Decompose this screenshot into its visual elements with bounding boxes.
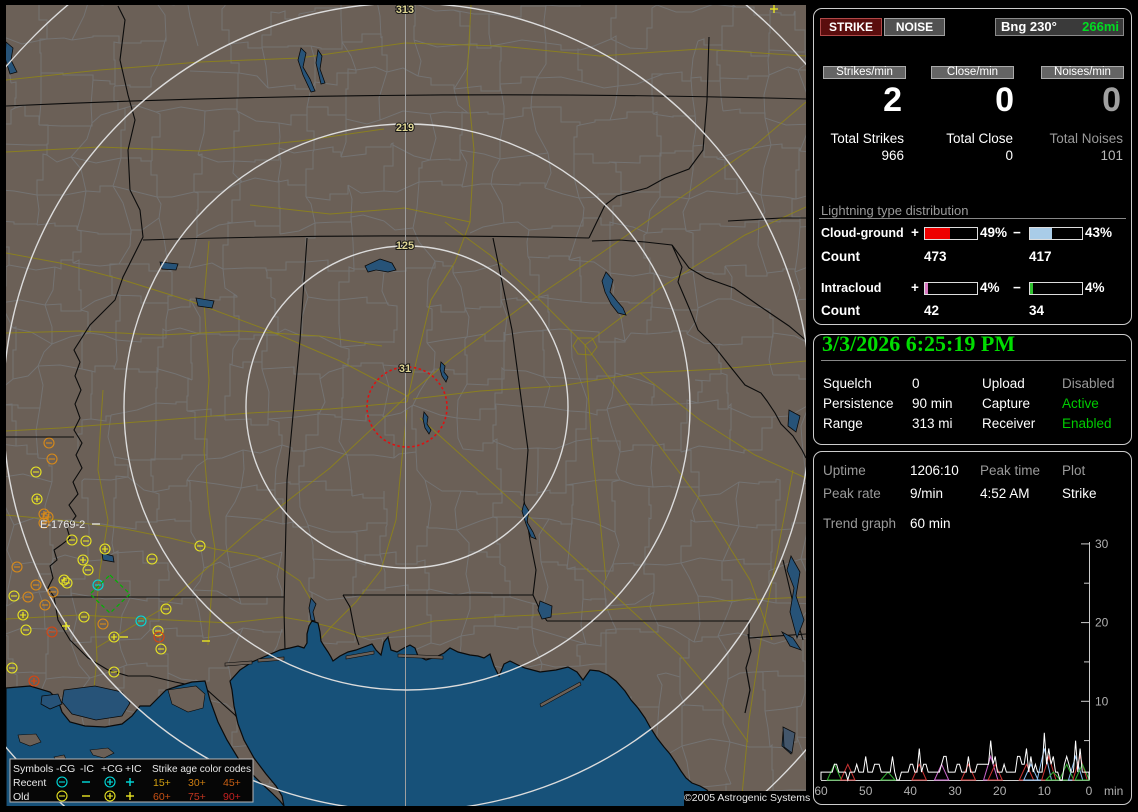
svg-text:20: 20: [993, 784, 1007, 798]
svg-text:+CG: +CG: [101, 763, 123, 775]
svg-text:0: 0: [1086, 784, 1093, 798]
svg-text:Recent: Recent: [13, 777, 46, 789]
svg-text:125: 125: [396, 240, 414, 252]
svg-text:-CG: -CG: [56, 763, 75, 775]
svg-text:30: 30: [948, 784, 962, 798]
svg-text:40: 40: [904, 784, 918, 798]
svg-text:60: 60: [814, 784, 828, 798]
svg-text:Old: Old: [13, 791, 30, 803]
svg-text:45+: 45+: [223, 777, 241, 789]
svg-text:10: 10: [1095, 694, 1109, 708]
svg-text:90+: 90+: [223, 791, 241, 803]
svg-text:-IC: -IC: [80, 763, 94, 775]
svg-text:50: 50: [859, 784, 873, 798]
svg-text:30: 30: [1095, 537, 1109, 551]
svg-text:Symbols: Symbols: [13, 763, 53, 775]
svg-text:10: 10: [1038, 784, 1052, 798]
svg-text:60+: 60+: [153, 791, 171, 803]
svg-text:30+: 30+: [188, 777, 206, 789]
svg-text:75+: 75+: [188, 791, 206, 803]
svg-text:313: 313: [396, 5, 414, 16]
svg-text:Strike age color codes: Strike age color codes: [152, 764, 251, 775]
svg-text:15+: 15+: [153, 777, 171, 789]
svg-text:+IC: +IC: [125, 763, 142, 775]
svg-text:219: 219: [396, 122, 414, 134]
svg-text:min: min: [1104, 784, 1123, 798]
svg-text:20: 20: [1095, 616, 1109, 630]
svg-text:31: 31: [399, 363, 411, 375]
svg-text:E-1769-2: E-1769-2: [40, 519, 85, 531]
